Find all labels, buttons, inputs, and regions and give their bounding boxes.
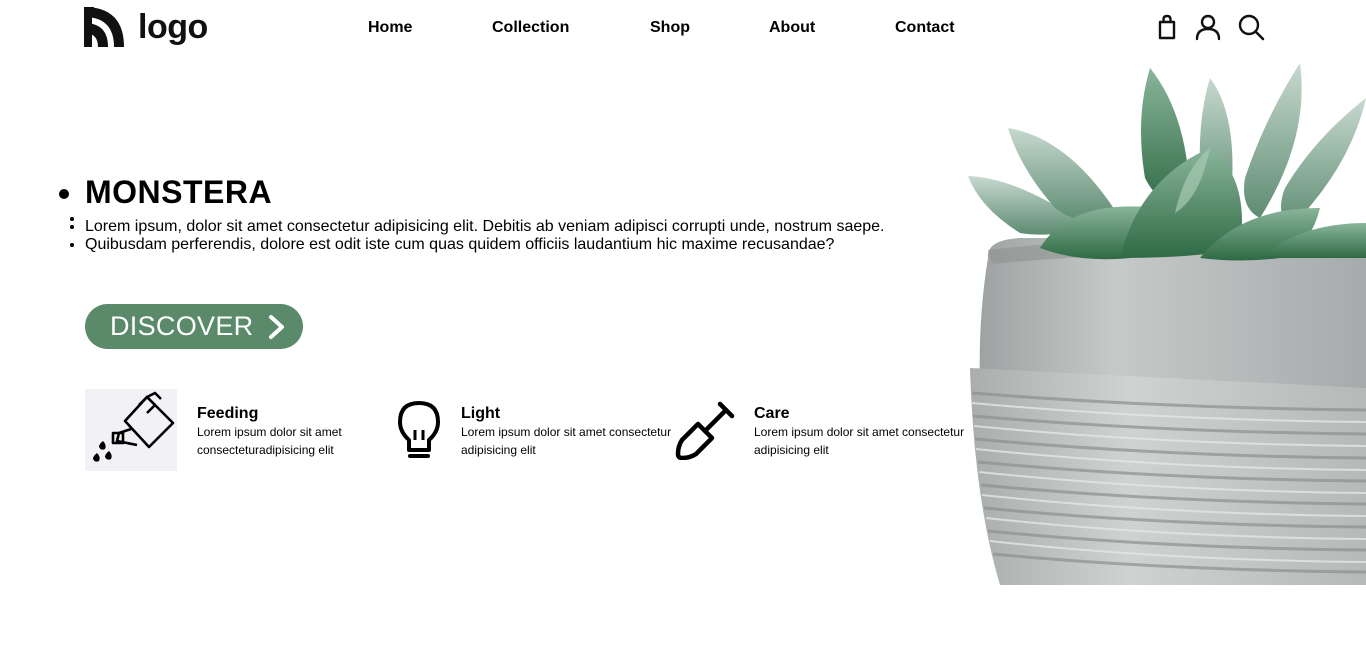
logo-text: logo <box>138 8 208 46</box>
user-icon[interactable] <box>1194 13 1222 41</box>
feature-title: Care <box>754 405 790 422</box>
hero-description-line: Quibusdam perferendis, dolore est odit i… <box>85 236 945 254</box>
shovel-icon <box>675 401 735 460</box>
feature-title: Light <box>461 405 501 422</box>
search-icon[interactable] <box>1237 13 1265 41</box>
nav-contact[interactable]: Contact <box>895 19 955 37</box>
hero-description-line: Lorem ipsum, dolor sit amet consectetur … <box>85 218 945 236</box>
feature-description: Lorem ipsum dolor sit amet consecteturad… <box>197 425 342 457</box>
hero-plant-image <box>960 58 1366 585</box>
discover-label: DISCOVER <box>110 311 254 341</box>
nav-home[interactable]: Home <box>368 19 412 37</box>
feature-description: Lorem ipsum dolor sit amet consectetur a… <box>461 425 672 457</box>
shopping-bag-icon[interactable] <box>1153 13 1181 41</box>
light-bulb-icon <box>398 401 440 458</box>
discover-button[interactable]: DISCOVER <box>85 304 303 349</box>
nav-collection[interactable]: Collection <box>492 19 569 37</box>
logo[interactable]: logo <box>82 5 208 49</box>
logo-icon <box>84 7 124 47</box>
nav-shop[interactable]: Shop <box>650 19 690 37</box>
chevron-right-icon <box>269 314 285 339</box>
hero-title: MONSTERA <box>85 174 945 210</box>
hero-text-list: MONSTERA Lorem ipsum, dolor sit amet con… <box>85 174 945 254</box>
empty-list-item <box>85 210 945 218</box>
nav-about[interactable]: About <box>769 19 815 37</box>
watering-can-icon <box>85 389 177 471</box>
feature-title: Feeding <box>197 405 259 422</box>
feature-description: Lorem ipsum dolor sit amet consectetur a… <box>754 425 965 457</box>
